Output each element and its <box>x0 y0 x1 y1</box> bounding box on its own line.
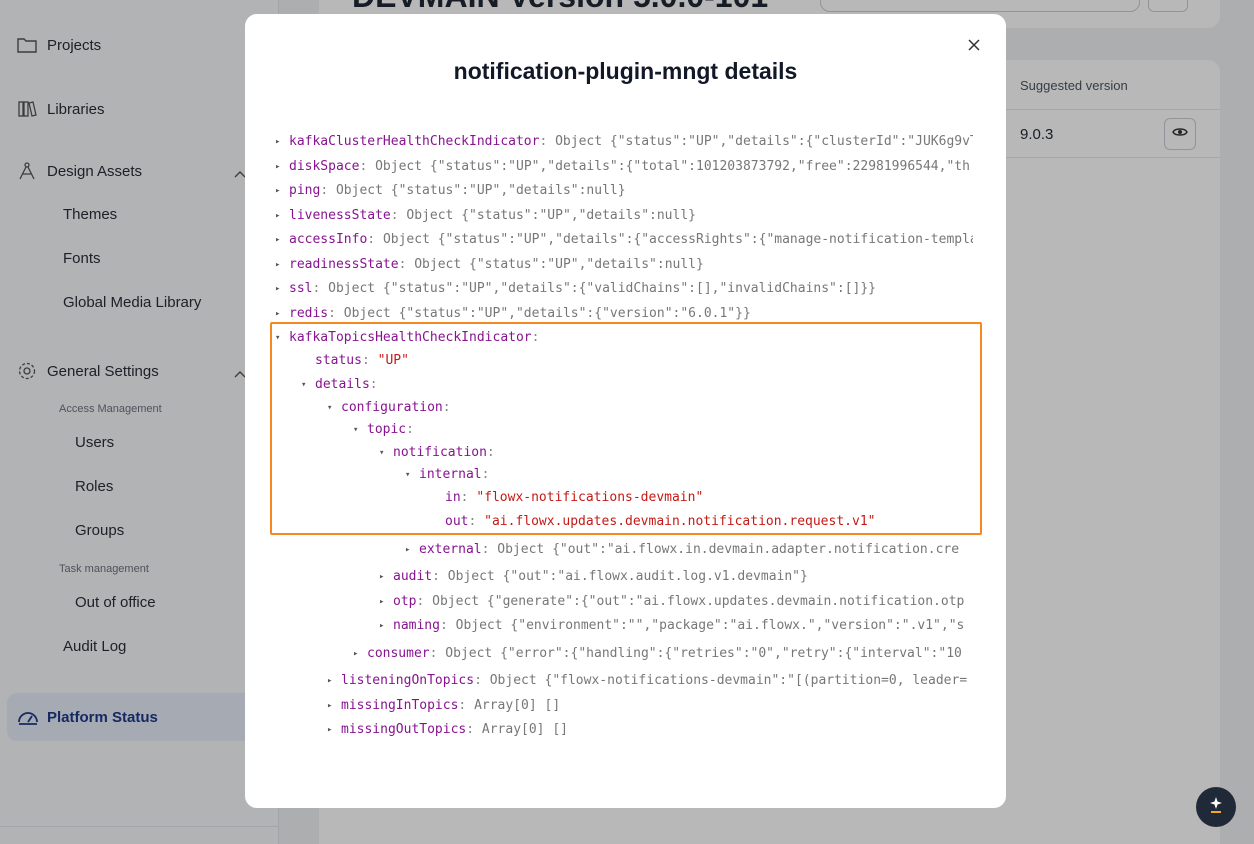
tree-row[interactable]: ▸ readinessState: Object {"status":"UP","… <box>275 256 973 274</box>
tree-value: Object {"generate":{"out":"ai.flowx.upda… <box>432 594 965 609</box>
tree-key: external <box>419 542 482 557</box>
tree-key: accessInfo <box>289 232 368 247</box>
tree-key: audit <box>393 569 433 584</box>
tree-row[interactable]: ▸ diskSpace: Object {"status":"UP","detai… <box>275 158 973 176</box>
tree-row[interactable]: ▸ redis: Object {"status":"UP","details":… <box>275 305 973 323</box>
caret-right-icon[interactable]: ▸ <box>275 280 289 298</box>
tree-row[interactable]: ▸ kafkaClusterHealthCheckIndicator: Objec… <box>275 133 973 151</box>
tree-key: ssl <box>289 281 313 296</box>
tree-value: Array[0] [] <box>474 698 561 713</box>
caret-right-icon[interactable]: ▸ <box>275 133 289 151</box>
sparkle-icon <box>1208 796 1224 819</box>
caret-right-icon[interactable]: ▸ <box>327 721 341 739</box>
tree-key: listeningOnTopics <box>341 673 475 688</box>
tree-row[interactable]: ▸ livenessState: Object {"status":"UP","d… <box>275 207 973 225</box>
tree-row[interactable]: ▸ audit: Object {"out":"ai.flowx.audit.lo… <box>379 568 973 586</box>
tree-value: Object {"status":"UP","details":null} <box>406 208 696 223</box>
tree-key: consumer <box>367 646 430 661</box>
tree-value: Object {"status":"UP","details":null} <box>414 257 704 272</box>
tree-key: missingOutTopics <box>341 722 467 737</box>
tree-key: livenessState <box>289 208 391 223</box>
details-modal: notification-plugin-mngt details ▸ kafkaC… <box>245 14 1006 808</box>
tree-row[interactable]: ▸ external: Object {"out":"ai.flowx.in.de… <box>405 541 973 559</box>
tree-value: Object {"status":"UP","details":{"access… <box>382 232 973 247</box>
caret-right-icon[interactable]: ▸ <box>275 305 289 323</box>
tree-row[interactable]: ▸ otp: Object {"generate":{"out":"ai.flow… <box>379 593 973 611</box>
tree-value: Object {"environment":"","package":"ai.f… <box>455 618 965 633</box>
caret-right-icon[interactable]: ▸ <box>275 231 289 249</box>
tree-value: Object {"out":"ai.flowx.in.devmain.adapt… <box>497 542 960 557</box>
tree-key: kafkaClusterHealthCheckIndicator <box>289 134 540 149</box>
tree-row[interactable]: ▸ listeningOnTopics: Object {"flowx-notif… <box>327 672 973 690</box>
tree-key: missingInTopics <box>341 698 459 713</box>
tree-value: Object {"status":"UP","details":null} <box>335 183 626 198</box>
caret-right-icon[interactable]: ▸ <box>275 158 289 176</box>
tree-row[interactable]: ▸ ssl: Object {"status":"UP","details":{"… <box>275 280 973 298</box>
tree-value: Object {"out":"ai.flowx.audit.log.v1.dev… <box>447 569 808 584</box>
tree-value: Object {"status":"UP","details":{"cluste… <box>555 134 973 149</box>
tree-value: Object {"status":"UP","details":{"total"… <box>375 159 970 174</box>
caret-right-icon[interactable]: ▸ <box>327 697 341 715</box>
tree-value: Array[0] [] <box>481 722 568 737</box>
tree-value: Object {"status":"UP","details":{"versio… <box>343 306 751 321</box>
tree-key: naming <box>393 618 440 633</box>
caret-right-icon[interactable]: ▸ <box>353 645 367 663</box>
tree-row[interactable]: ▸ accessInfo: Object {"status":"UP","deta… <box>275 231 973 249</box>
ai-assistant-button[interactable] <box>1196 787 1236 827</box>
caret-right-icon[interactable]: ▸ <box>275 207 289 225</box>
tree-row[interactable]: ▸ missingOutTopics: Array[0] [] <box>327 721 973 739</box>
highlight-box <box>270 322 982 535</box>
tree-row[interactable]: ▸ naming: Object {"environment":"","packa… <box>379 617 973 635</box>
tree-key: otp <box>393 594 417 609</box>
caret-right-icon[interactable]: ▸ <box>327 672 341 690</box>
tree-key: diskSpace <box>289 159 360 174</box>
caret-right-icon[interactable]: ▸ <box>275 182 289 200</box>
caret-right-icon[interactable]: ▸ <box>379 617 393 635</box>
tree-value: Object {"flowx-notifications-devmain":"[… <box>489 673 968 688</box>
tree-row[interactable]: ▸ consumer: Object {"error":{"handling":{… <box>353 645 973 663</box>
tree-value: Object {"error":{"handling":{"retries":"… <box>445 646 962 661</box>
caret-right-icon[interactable]: ▸ <box>379 593 393 611</box>
tree-key: readinessState <box>289 257 399 272</box>
tree-key: redis <box>289 306 329 321</box>
caret-right-icon[interactable]: ▸ <box>405 541 419 559</box>
tree-row[interactable]: ▸ ping: Object {"status":"UP","details":n… <box>275 182 973 200</box>
tree-row[interactable]: ▸ missingInTopics: Array[0] [] <box>327 697 973 715</box>
caret-right-icon[interactable]: ▸ <box>275 256 289 274</box>
tree-key: ping <box>289 183 321 198</box>
tree-value: Object {"status":"UP","details":{"validC… <box>328 281 877 296</box>
caret-right-icon[interactable]: ▸ <box>379 568 393 586</box>
